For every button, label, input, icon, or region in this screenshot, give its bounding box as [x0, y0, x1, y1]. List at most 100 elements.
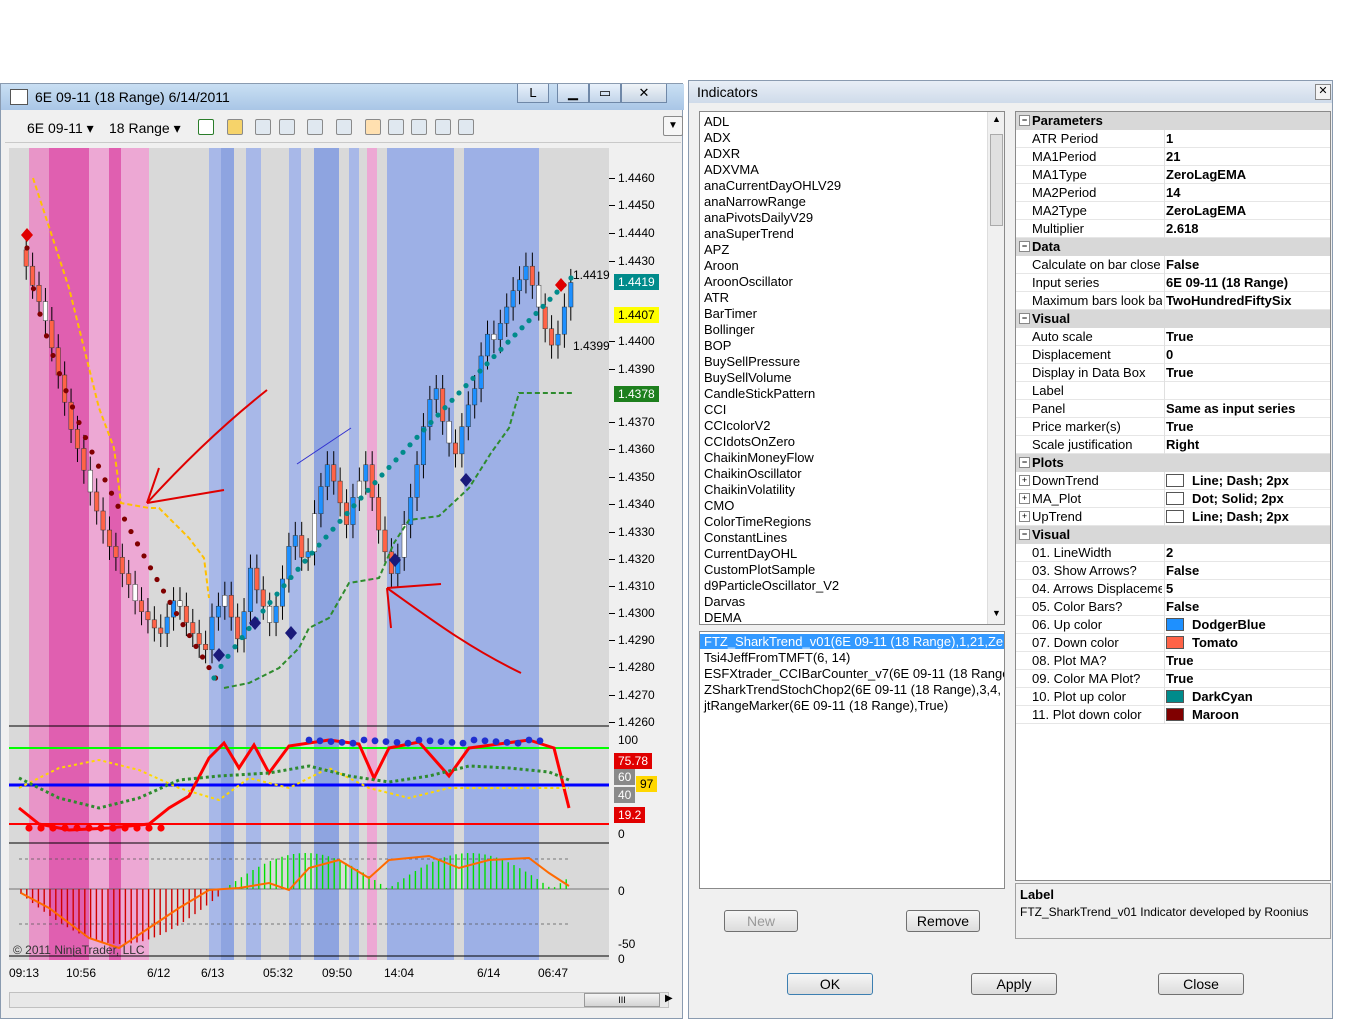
property-value[interactable]: Line; Dash; 2px — [1192, 509, 1289, 524]
property-value[interactable]: Line; Dash; 2px — [1192, 473, 1289, 488]
property-row[interactable]: Price marker(s) True — [1016, 418, 1330, 436]
dropdown-icon[interactable]: ▼ — [663, 116, 683, 136]
expand-icon[interactable]: + — [1019, 493, 1030, 504]
dialog-close-icon[interactable]: ✕ — [1315, 84, 1331, 100]
property-value[interactable]: 1 — [1166, 131, 1173, 146]
indicator-list-item[interactable]: BuySellPressure — [704, 354, 800, 369]
property-value[interactable]: False — [1166, 563, 1199, 578]
collapse-icon[interactable]: − — [1019, 457, 1030, 468]
crosshair-add-icon[interactable] — [255, 119, 271, 135]
interval-selector[interactable]: 18 Range ▾ — [109, 120, 181, 137]
property-value[interactable]: DodgerBlue — [1192, 617, 1266, 632]
indicator-list-item[interactable]: Darvas — [704, 594, 745, 609]
property-row[interactable]: 01. LineWidth 2 — [1016, 544, 1330, 562]
scroll-right-icon[interactable]: ▶ — [665, 993, 673, 1004]
property-row[interactable]: 05. Color Bars? False — [1016, 598, 1330, 616]
indicator-list-item[interactable]: anaCurrentDayOHLV29 — [704, 178, 841, 193]
property-value[interactable]: ZeroLagEMA — [1166, 203, 1246, 218]
available-indicators-list[interactable]: ADL ADX ADXR ADXVMA anaCurrentDayOHLV29 anaNa… — [699, 111, 1005, 625]
property-value[interactable]: False — [1166, 599, 1199, 614]
scroll-up-icon[interactable]: ▲ — [992, 114, 1001, 124]
property-row[interactable]: 10. Plot up color DarkCyan — [1016, 688, 1330, 706]
property-value[interactable]: 2 — [1166, 545, 1173, 560]
applied-indicator-item[interactable]: Tsi4JeffFromTMFT(6, 14) — [704, 650, 850, 665]
property-row[interactable]: + UpTrend Line; Dash; 2px — [1016, 508, 1330, 526]
indicator-list-item[interactable]: ChaikinMoneyFlow — [704, 450, 814, 465]
indicator-list-item[interactable]: ColorTimeRegions — [704, 514, 811, 529]
property-value[interactable]: Right — [1166, 437, 1199, 452]
indicator-list-item[interactable]: DEMA — [704, 610, 742, 624]
property-row[interactable]: Calculate on bar close False — [1016, 256, 1330, 274]
collapse-icon[interactable]: − — [1019, 313, 1030, 324]
zoom-icon[interactable] — [336, 119, 352, 135]
remove-button[interactable]: Remove — [906, 910, 980, 932]
property-row[interactable]: Displacement 0 — [1016, 346, 1330, 364]
scroll-down-icon[interactable]: ▼ — [992, 608, 1001, 618]
bar-type-icon[interactable] — [198, 119, 214, 135]
property-row[interactable]: MA2Period 14 — [1016, 184, 1330, 202]
property-row[interactable]: 06. Up color DodgerBlue — [1016, 616, 1330, 634]
price-panel[interactable] — [9, 148, 609, 960]
indicator-list-item[interactable]: ADXR — [704, 146, 740, 161]
property-value[interactable]: Dot; Solid; 2px — [1192, 491, 1284, 506]
property-row[interactable]: + MA_Plot Dot; Solid; 2px — [1016, 490, 1330, 508]
property-value[interactable]: ZeroLagEMA — [1166, 167, 1246, 182]
indicator-list-item[interactable]: CustomPlotSample — [704, 562, 815, 577]
property-value[interactable]: 14 — [1166, 185, 1180, 200]
image-icon[interactable] — [411, 119, 427, 135]
property-value[interactable]: True — [1166, 653, 1193, 668]
applied-indicator-item[interactable]: ESFXtrader_CCIBarCounter_v7(6E 09-11 (18… — [704, 666, 1004, 681]
category-plots[interactable]: − Plots — [1016, 454, 1330, 472]
property-row[interactable]: Panel Same as input series — [1016, 400, 1330, 418]
indicator-list-item[interactable]: CurrentDayOHL — [704, 546, 797, 561]
instrument-selector[interactable]: 6E 09-11 ▾ — [27, 120, 94, 137]
property-row[interactable]: 09. Color MA Plot? True — [1016, 670, 1330, 688]
layout-button[interactable]: L — [517, 84, 549, 103]
property-value[interactable]: Same as input series — [1166, 401, 1295, 416]
indicator-list-item[interactable]: AroonOscillator — [704, 274, 793, 289]
applied-indicator-item[interactable]: FTZ_SharkTrend_v01(6E 09-11 (18 Range),1… — [700, 634, 1004, 649]
applied-indicator-item[interactable]: ZSharkTrendStochChop2(6E 09-11 (18 Range… — [704, 682, 1001, 697]
property-row[interactable]: Multiplier 2.618 — [1016, 220, 1330, 238]
property-value[interactable]: True — [1166, 419, 1193, 434]
property-value[interactable]: TwoHundredFiftySix — [1166, 293, 1291, 308]
indicator-list-item[interactable]: CCIdotsOnZero — [704, 434, 795, 449]
applied-indicator-item[interactable]: jtRangeMarker(6E 09-11 (18 Range),True) — [704, 698, 948, 713]
property-row[interactable]: 04. Arrows Displaceme 5 — [1016, 580, 1330, 598]
minimize-icon[interactable]: ▁ — [557, 84, 589, 103]
indicator-list-item[interactable]: ChaikinOscillator — [704, 466, 802, 481]
property-value[interactable]: False — [1166, 257, 1199, 272]
indicator-list-item[interactable]: ATR — [704, 290, 729, 305]
close-button[interactable]: Close — [1158, 973, 1244, 995]
ok-button[interactable]: OK — [787, 973, 873, 995]
property-value[interactable]: True — [1166, 671, 1193, 686]
collapse-icon[interactable]: − — [1019, 115, 1030, 126]
pencil-icon[interactable] — [227, 119, 243, 135]
property-row[interactable]: 07. Down color Tomato — [1016, 634, 1330, 652]
applied-indicators-list[interactable]: FTZ_SharkTrend_v01(6E 09-11 (18 Range),1… — [699, 631, 1005, 889]
property-value[interactable]: 6E 09-11 (18 Range) — [1166, 275, 1288, 290]
indicator-list-item[interactable]: CMO — [704, 498, 734, 513]
property-value[interactable]: Maroon — [1192, 707, 1239, 722]
data-box-icon[interactable] — [435, 119, 451, 135]
indicator-list-item[interactable]: anaPivotsDailyV29 — [704, 210, 813, 225]
property-row[interactable]: 03. Show Arrows? False — [1016, 562, 1330, 580]
indicator-list-item[interactable]: Aroon — [704, 258, 739, 273]
category-parameters[interactable]: − Parameters — [1016, 112, 1330, 130]
property-row[interactable]: Label — [1016, 382, 1330, 400]
apply-button[interactable]: Apply — [971, 973, 1057, 995]
new-button[interactable]: New — [724, 910, 798, 932]
property-value[interactable]: 21 — [1166, 149, 1180, 164]
indicator-list-item[interactable]: ConstantLines — [704, 530, 787, 545]
indicator-list-item[interactable]: anaSuperTrend — [704, 226, 794, 241]
indicators-icon[interactable] — [365, 119, 381, 135]
indicator-list-item[interactable]: ADX — [704, 130, 731, 145]
close-icon[interactable]: ✕ — [621, 84, 667, 103]
indicator-list-item[interactable]: ChaikinVolatility — [704, 482, 795, 497]
cursor-icon[interactable] — [307, 119, 323, 135]
property-value[interactable]: 2.618 — [1166, 221, 1199, 236]
scroll-thumb[interactable]: III — [584, 993, 660, 1007]
property-value[interactable]: DarkCyan — [1192, 689, 1253, 704]
collapse-icon[interactable]: − — [1019, 241, 1030, 252]
property-row[interactable]: 11. Plot down color Maroon — [1016, 706, 1330, 724]
